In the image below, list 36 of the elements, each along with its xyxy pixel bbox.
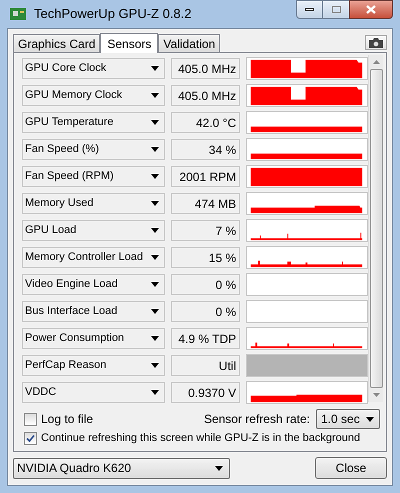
sensor-dropdown[interactable]: GPU Memory Clock bbox=[22, 85, 165, 106]
tab[interactable]: Validation bbox=[158, 34, 220, 52]
sensor-value: 0.9370 V bbox=[170, 382, 240, 403]
sensor-value: 0 % bbox=[170, 274, 240, 295]
refresh-rate-label: Sensor refresh rate: bbox=[204, 411, 310, 428]
sensor-dropdown[interactable]: Memory Used bbox=[22, 193, 165, 214]
sensor-value: 2001 RPM bbox=[170, 166, 240, 187]
sensor-value: 34 % bbox=[170, 139, 240, 160]
sensor-value: 42.0 °C bbox=[170, 112, 240, 133]
sensor-dropdown[interactable]: Fan Speed (%) bbox=[22, 139, 165, 160]
tab[interactable]: Graphics Card bbox=[13, 34, 100, 52]
sensor-dropdown[interactable]: GPU Load bbox=[22, 220, 165, 241]
checkbox-label: Continue refreshing this screen while GPU-Z is in the background bbox=[41, 431, 360, 446]
checkbox-label: Log to file bbox=[41, 411, 94, 428]
sensor-dropdown[interactable]: Bus Interface Load bbox=[22, 301, 165, 322]
window-title: TechPowerUp GPU-Z 0.8.2 bbox=[34, 5, 192, 24]
sensor-dropdown[interactable]: Power Consumption bbox=[22, 328, 165, 349]
tab[interactable]: Sensors bbox=[100, 33, 158, 53]
sensor-dropdown[interactable]: GPU Temperature bbox=[22, 112, 165, 133]
sensor-value: 15 % bbox=[170, 247, 240, 268]
sensor-value: 0 % bbox=[170, 301, 240, 322]
sensor-value: Util bbox=[170, 355, 240, 376]
gpu-dropdown[interactable]: NVIDIA Quadro K620 bbox=[13, 458, 230, 478]
sensor-dropdown[interactable]: PerfCap Reason bbox=[22, 355, 165, 376]
sensor-dropdown[interactable]: VDDC bbox=[22, 382, 165, 403]
sensor-value: 4.9 % TDP bbox=[170, 328, 240, 349]
sensor-dropdown[interactable]: Video Engine Load bbox=[22, 274, 165, 295]
sensor-value: 405.0 MHz bbox=[170, 58, 240, 79]
close-button[interactable]: Close bbox=[315, 457, 387, 479]
sensor-value: 405.0 MHz bbox=[170, 85, 240, 106]
sensor-value: 474 MB bbox=[170, 193, 240, 214]
sensor-value: 7 % bbox=[170, 220, 240, 241]
sensor-dropdown[interactable]: Fan Speed (RPM) bbox=[22, 166, 165, 187]
sensor-dropdown[interactable]: Memory Controller Load bbox=[22, 247, 165, 268]
refresh-rate-dropdown[interactable]: 1.0 sec bbox=[316, 409, 380, 429]
sensor-dropdown[interactable]: GPU Core Clock bbox=[22, 58, 165, 79]
